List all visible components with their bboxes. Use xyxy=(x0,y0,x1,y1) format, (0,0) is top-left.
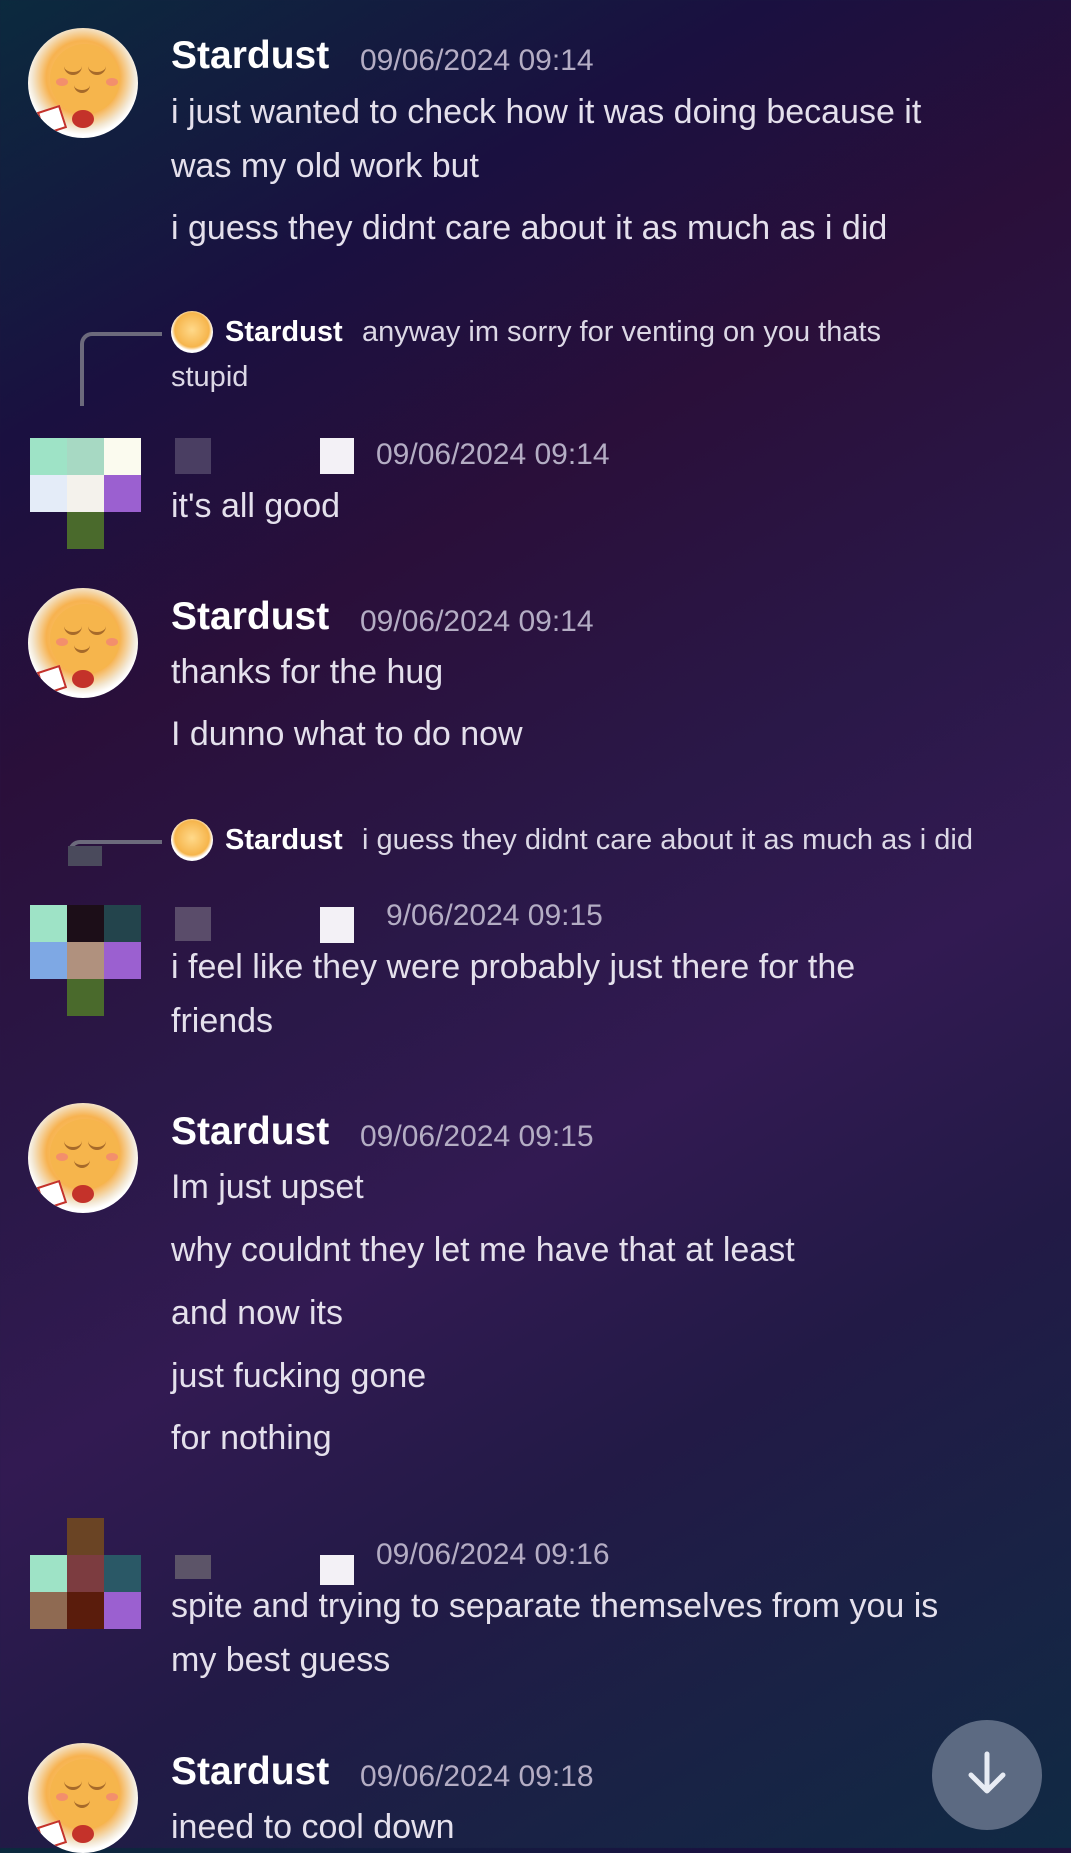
redacted-username xyxy=(175,438,211,474)
username[interactable]: Stardust xyxy=(171,34,329,78)
avatar[interactable] xyxy=(30,1518,141,1666)
message-text: i guess they didnt care about it as much… xyxy=(171,209,888,247)
message-item[interactable]: Stardust 09/06/2024 09:18 ineed to cool … xyxy=(0,1740,1071,1853)
message-item[interactable]: 9/06/2024 09:15 i feel like they were pr… xyxy=(0,895,1071,1055)
reply-avatar xyxy=(171,819,213,861)
message-text: why couldnt they let me have that at lea… xyxy=(171,1231,795,1269)
reply-text: i guess they didnt care about it as much… xyxy=(362,824,973,856)
reply-username: Stardust xyxy=(225,316,343,348)
redacted-username xyxy=(320,907,354,943)
reply-reference[interactable]: Stardust anyway im sorry for venting on … xyxy=(0,305,1071,406)
timestamp: 9/06/2024 09:15 xyxy=(386,899,603,932)
reply-text: anyway im sorry for venting on you thats xyxy=(362,316,882,348)
message-text: friends xyxy=(171,1002,274,1040)
avatar[interactable] xyxy=(28,588,138,698)
message-text: for nothing xyxy=(171,1419,332,1457)
message-text: spite and trying to separate themselves … xyxy=(171,1587,939,1625)
timestamp: 09/06/2024 09:14 xyxy=(360,605,594,638)
message-item[interactable]: Stardust 09/06/2024 09:14 thanks for the… xyxy=(0,585,1071,765)
avatar[interactable] xyxy=(28,1103,138,1213)
timestamp: 09/06/2024 09:18 xyxy=(360,1760,594,1793)
avatar[interactable] xyxy=(30,905,141,1053)
redacted-username xyxy=(175,907,211,941)
message-text: I dunno what to do now xyxy=(171,715,523,753)
message-item[interactable]: Stardust 09/06/2024 09:14 i just wanted … xyxy=(0,0,1071,260)
redacted-username xyxy=(175,1555,211,1579)
message-text: Im just upset xyxy=(171,1168,364,1206)
avatar[interactable] xyxy=(28,1743,138,1853)
reply-text: stupid xyxy=(171,361,249,393)
avatar[interactable] xyxy=(28,28,138,138)
timestamp: 09/06/2024 09:14 xyxy=(376,438,610,471)
reply-username: Stardust xyxy=(225,824,343,856)
arrow-down-icon xyxy=(962,1748,1012,1802)
username[interactable]: Stardust xyxy=(171,1750,329,1794)
message-text: it's all good xyxy=(171,487,341,525)
message-text: ineed to cool down xyxy=(171,1808,455,1846)
avatar[interactable] xyxy=(30,438,141,586)
timestamp: 09/06/2024 09:14 xyxy=(360,44,594,77)
message-text: just fucking gone xyxy=(171,1357,427,1395)
message-text: i feel like they were probably just ther… xyxy=(171,948,856,986)
message-item[interactable]: Stardust 09/06/2024 09:15 Im just upset … xyxy=(0,1100,1071,1480)
message-item[interactable]: 09/06/2024 09:14 it's all good xyxy=(0,430,1071,550)
message-text: my best guess xyxy=(171,1641,391,1679)
message-text: and now its xyxy=(171,1294,343,1332)
message-item[interactable]: 09/06/2024 09:16 spite and trying to sep… xyxy=(0,1515,1071,1695)
username[interactable]: Stardust xyxy=(171,1110,329,1154)
redacted-username xyxy=(320,1555,354,1585)
reply-avatar xyxy=(171,311,213,353)
username[interactable]: Stardust xyxy=(171,595,329,639)
redacted-username xyxy=(320,438,354,474)
message-text: i just wanted to check how it was doing … xyxy=(171,93,922,131)
scroll-to-bottom-button[interactable] xyxy=(932,1720,1042,1830)
message-text: thanks for the hug xyxy=(171,653,444,691)
redacted-avatar xyxy=(68,846,102,866)
timestamp: 09/06/2024 09:15 xyxy=(360,1120,594,1153)
message-text: was my old work but xyxy=(171,147,479,185)
timestamp: 09/06/2024 09:16 xyxy=(376,1538,610,1571)
